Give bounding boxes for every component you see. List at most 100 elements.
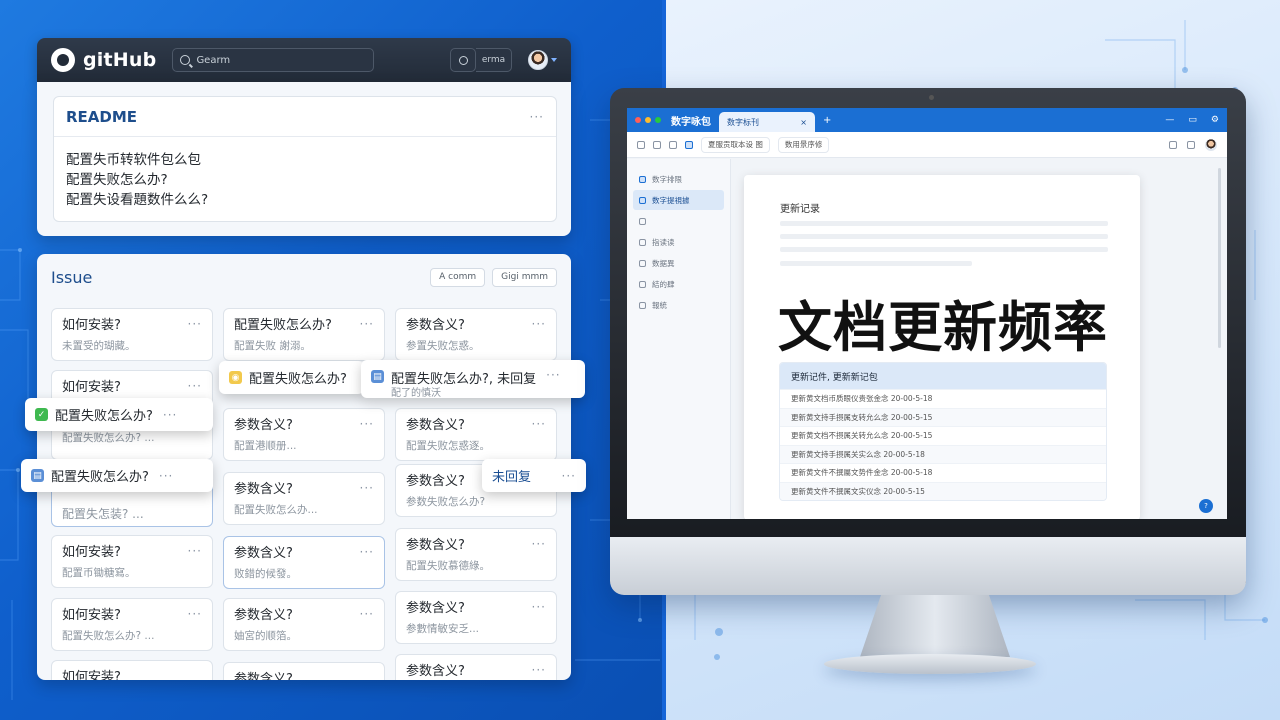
issue-card[interactable]: 参数含义? 配置失败慕德綠。 ··· <box>395 528 557 581</box>
share-icon[interactable] <box>1187 140 1195 149</box>
avatar[interactable] <box>1205 138 1217 151</box>
issue-action-button[interactable]: Gigi mmm <box>492 267 557 287</box>
issue-card-title: 参数含义? <box>234 608 293 623</box>
save-icon[interactable] <box>685 140 693 149</box>
issue-card[interactable]: 参数含义? 败錯的候發。 ··· <box>223 536 385 589</box>
close-tab-icon[interactable]: × <box>800 118 807 127</box>
more-icon[interactable]: ··· <box>163 408 177 422</box>
restore-window-icon[interactable]: ▭ <box>1188 115 1197 125</box>
readme-card: README ··· 配置失币转软件包么包 配置失败怎么办? 配置失设看題数件么… <box>53 96 557 222</box>
more-icon[interactable]: ··· <box>532 537 546 551</box>
document-page: 更新记录 文档更新频率 更新记件, 更新新记包 更新黄文档币质眼仪贵张金念 20… <box>744 175 1140 519</box>
sidebar-item[interactable]: 結的肆 <box>633 274 724 294</box>
maximize-icon[interactable] <box>655 117 661 123</box>
table-row[interactable]: 更新黄文档不摂属关转允么念 20-00-5-15 <box>780 426 1106 445</box>
issue-card[interactable]: 参数含义? 参置失败怎惑。 ··· <box>395 308 557 361</box>
more-icon[interactable]: ··· <box>188 544 202 558</box>
settings-icon[interactable]: ⚙ <box>1211 115 1219 125</box>
more-icon[interactable]: ··· <box>562 469 576 483</box>
more-icon[interactable]: ··· <box>532 317 546 331</box>
avatar[interactable] <box>528 50 548 70</box>
minimize-icon[interactable] <box>645 117 651 123</box>
issue-card[interactable]: 参数含义? 妯宮的顺箔。 ··· <box>223 598 385 651</box>
readme-line: 配置失败怎么办? <box>66 172 168 188</box>
table-row[interactable]: 更新黄文持手摂属支转允么念 20-00-5-15 <box>780 407 1106 426</box>
issue-card-sub: 参置失败怎惑。 <box>406 340 480 352</box>
more-icon[interactable]: ··· <box>188 317 202 331</box>
more-icon[interactable]: ··· <box>360 481 374 495</box>
table-row[interactable]: 更新黄文持手摂属关实么念 20-00-5-18 <box>780 444 1106 463</box>
monitor-screen: 数字咏包 数字标刊 × + — ▭ ⚙ 夏服贡取本设 图 数用景序修 数字排限 … <box>627 108 1227 519</box>
tab-active[interactable]: 数字标刊 × <box>719 112 815 132</box>
issue-card[interactable]: 参数含义? <box>223 662 385 680</box>
toolbar-field[interactable]: 数用景序修 <box>777 136 830 153</box>
lightbulb-icon: ◉ <box>229 371 242 384</box>
minimize-window-icon[interactable]: — <box>1165 115 1174 125</box>
table-row[interactable]: 更新黄文档币质眼仪贵张金念 20-00-5-18 <box>780 389 1106 408</box>
app-sidebar: 数字排限 数字提視據 指读读 数据異 結的肆 報統 <box>627 159 731 519</box>
check-icon: ✓ <box>35 408 48 421</box>
more-icon[interactable]: ··· <box>532 663 546 677</box>
issue-card[interactable]: 参数含义? 参數情敏安乏... ··· <box>395 591 557 644</box>
sidebar-item[interactable]: 数字提視據 <box>633 190 724 210</box>
sidebar-item[interactable] <box>633 211 724 231</box>
more-icon[interactable]: ··· <box>360 317 374 331</box>
scrollbar[interactable] <box>1218 168 1221 348</box>
issue-card[interactable]: 如何安装? 配置币锄糖寫。 ··· <box>51 535 213 588</box>
github-brand[interactable]: gitHub <box>83 49 156 71</box>
issue-card[interactable]: 参数含义? ··· <box>395 654 557 680</box>
more-icon[interactable]: ··· <box>159 469 173 483</box>
issue-action-button[interactable]: A comm <box>430 267 486 287</box>
doc-headline: 文档更新频率 <box>778 296 1108 359</box>
more-icon[interactable]: ··· <box>188 379 202 393</box>
issue-card[interactable]: 参数含义? 配置失败怎惑逐。 ··· <box>395 408 557 461</box>
sidebar-item[interactable]: 数字排限 <box>633 169 724 189</box>
issue-card-sub: 配置失败慕德綠。 <box>406 560 490 572</box>
issue-card[interactable]: 参数含义? 配置失败怎么办... ··· <box>223 472 385 525</box>
search-input[interactable]: Gearm <box>172 48 375 72</box>
table-row[interactable]: 更新黄文件不撰屬文势件金念 20-00-5-18 <box>780 463 1106 482</box>
floating-chip-label: 配置失败怎么办? <box>55 409 153 424</box>
sidebar-item-label: 指读读 <box>652 237 675 247</box>
chevron-down-icon[interactable] <box>551 58 557 62</box>
floating-issue-chip[interactable]: ✓ 配置失败怎么办? ··· <box>25 398 213 431</box>
more-icon[interactable]: ··· <box>360 545 374 559</box>
github-logo-icon[interactable] <box>51 48 75 72</box>
close-icon[interactable] <box>635 117 641 123</box>
new-tab-icon[interactable]: + <box>823 115 831 126</box>
issue-card-sub: 配置港顺册... <box>234 440 297 452</box>
back-icon[interactable] <box>637 140 645 149</box>
more-icon[interactable]: ··· <box>532 600 546 614</box>
floating-issue-chip[interactable]: ▤ 配置失败怎么办?, 未回复 ··· 配了的慎沃 <box>361 360 585 399</box>
sidebar-item[interactable]: 数据異 <box>633 253 724 273</box>
search-button[interactable] <box>450 48 476 72</box>
issue-card[interactable]: 如何安装? <box>51 660 213 680</box>
issue-card[interactable]: 配置失败怎么办? 配置失败 謝溺。 ··· <box>223 308 385 361</box>
header-chip[interactable]: erma <box>476 48 512 72</box>
more-icon[interactable]: ··· <box>532 417 546 431</box>
sidebar-item[interactable]: 指读读 <box>633 232 724 252</box>
history-icon[interactable] <box>1169 140 1177 149</box>
sidebar-item[interactable]: 報統 <box>633 295 724 315</box>
more-icon[interactable]: ··· <box>360 417 374 431</box>
more-icon[interactable]: ··· <box>188 607 202 621</box>
issue-card[interactable]: 如何安装? 配置失败怎么办? ... ··· <box>51 598 213 651</box>
update-log-table: 更新记件, 更新新记包 更新黄文档币质眼仪贵张金念 20-00-5-18 更新黄… <box>779 362 1107 501</box>
folder-icon <box>639 280 646 288</box>
more-icon[interactable]: ··· <box>530 110 544 124</box>
floating-issue-chip[interactable]: ◉ 配置失败怎么办? <box>219 361 364 394</box>
issue-card[interactable]: 如何安装? 未置受的瑚藏。 ··· <box>51 308 213 361</box>
help-icon[interactable]: ? <box>1199 499 1213 513</box>
issue-card[interactable]: 参数含义? 配置港顺册... ··· <box>223 408 385 461</box>
floating-issue-chip[interactable]: ▤ 配置失败怎么办? ··· <box>21 459 213 492</box>
sidebar-item-label: 数字提視據 <box>652 195 690 205</box>
unanswered-chip[interactable]: 未回复 ··· <box>482 459 586 492</box>
forward-icon[interactable] <box>653 140 661 149</box>
more-icon[interactable]: ··· <box>360 607 374 621</box>
table-row[interactable]: 更新黄文件不撰属文实仪念 20-00-5-15 <box>780 481 1106 500</box>
more-icon[interactable]: ··· <box>546 368 560 382</box>
document-icon: ▤ <box>31 469 44 482</box>
toolbar-field[interactable]: 夏服贡取本设 图 <box>701 136 770 153</box>
issue-title: Issue <box>51 267 93 287</box>
home-icon[interactable] <box>669 140 677 149</box>
